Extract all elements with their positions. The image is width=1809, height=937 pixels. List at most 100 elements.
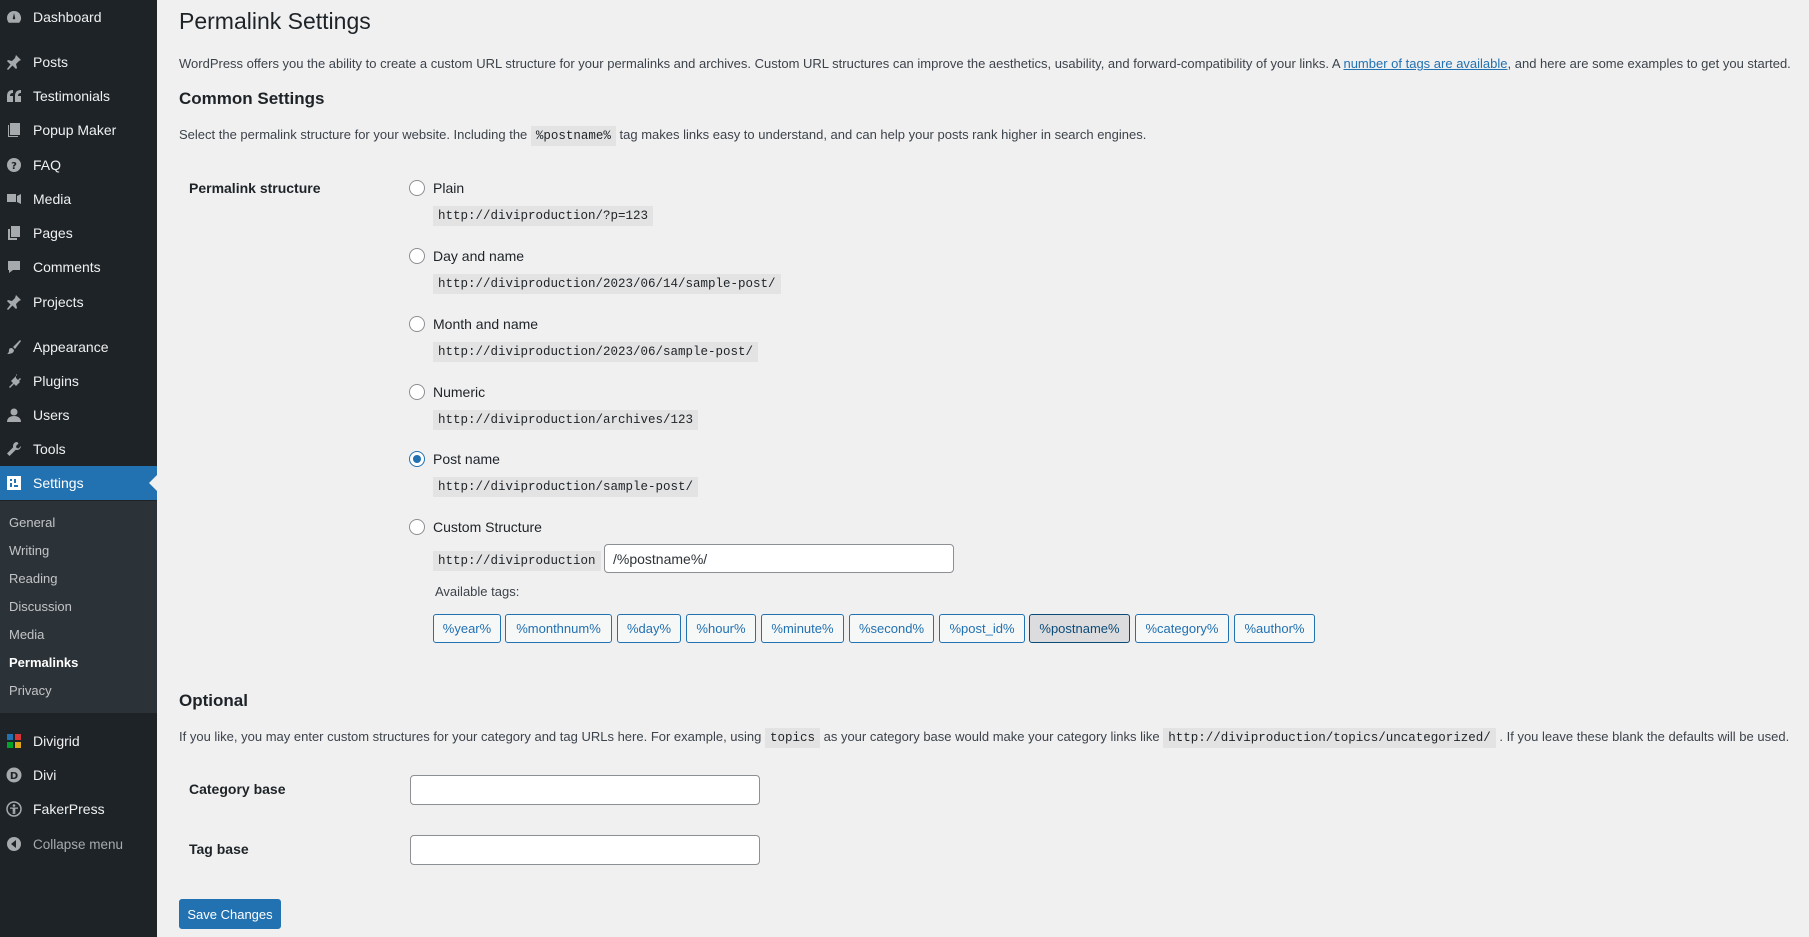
submenu-item-discussion[interactable]: Discussion <box>9 599 72 614</box>
plain-radio[interactable] <box>409 180 425 196</box>
custom-structure-value: /%postname%/ <box>613 550 708 567</box>
menu-item-label: Comments <box>33 259 101 275</box>
menu-item-label: Pages <box>33 225 73 241</box>
menu-item-popup-maker[interactable]: Popup Maker <box>0 113 157 147</box>
tag-button-category[interactable]: %category% <box>1135 614 1229 643</box>
submenu-item-reading[interactable]: Reading <box>9 571 57 586</box>
custom-structure-prefix: http://diviproduction <box>433 551 601 571</box>
page-intro: WordPress offers you the ability to crea… <box>179 56 1791 71</box>
menu-item-comments[interactable]: Comments <box>0 250 157 284</box>
svg-text:?: ? <box>11 161 17 172</box>
topics-code: topics <box>764 728 820 748</box>
intro-text-after: , and here are some examples to get you … <box>1507 56 1791 71</box>
optional-description: If you like, you may enter custom struct… <box>179 728 1790 748</box>
submenu-item-writing[interactable]: Writing <box>9 543 49 558</box>
menu-item-label: Users <box>33 407 70 423</box>
optional-desc-after: . If you leave these blank the defaults … <box>1495 729 1790 744</box>
month-and-name-example: http://diviproduction/2023/06/sample-pos… <box>433 342 759 362</box>
post-name-radio[interactable] <box>409 451 425 467</box>
tag-button-second[interactable]: %second% <box>849 614 934 643</box>
menu-item-users[interactable]: Users <box>0 398 157 432</box>
wrench-icon <box>6 441 22 457</box>
pin-icon <box>6 54 22 70</box>
menu-item-label: Dashboard <box>33 9 102 25</box>
day-and-name-label[interactable]: Day and name <box>433 248 524 264</box>
menu-item-label: Divi <box>33 767 57 783</box>
permalink-structure-label: Permalink structure <box>189 180 321 196</box>
media-icon <box>6 191 22 207</box>
tag-button-postname[interactable]: %postname% <box>1029 614 1130 643</box>
plugin-icon <box>6 373 22 389</box>
plain-example: http://diviproduction/?p=123 <box>433 206 654 226</box>
menu-item-label: FAQ <box>33 157 62 173</box>
menu-item-posts[interactable]: Posts <box>0 45 157 79</box>
optional-desc-before: If you like, you may enter custom struct… <box>179 729 765 744</box>
menu-item-label: Popup Maker <box>33 122 117 138</box>
menu-item-plugins[interactable]: Plugins <box>0 364 157 398</box>
menu-item-label: FakerPress <box>33 801 105 817</box>
tag-button-minute[interactable]: %minute% <box>761 614 844 643</box>
plain-label[interactable]: Plain <box>433 180 464 196</box>
brush-icon <box>6 339 22 355</box>
tags-available-link[interactable]: number of tags are available <box>1343 56 1507 71</box>
optional-heading: Optional <box>179 691 248 710</box>
tag-button-post-id[interactable]: %post_id% <box>939 614 1025 643</box>
tag-base-input[interactable] <box>410 835 760 865</box>
postname-code: %postname% <box>530 126 616 146</box>
tag-button-monthnum[interactable]: %monthnum% <box>505 614 612 643</box>
custom-structure-radio[interactable] <box>409 519 425 535</box>
month-and-name-label[interactable]: Month and name <box>433 316 538 332</box>
common-settings-description: Select the permalink structure for your … <box>179 126 1147 146</box>
menu-item-fakerpress[interactable]: FakerPress <box>0 792 157 826</box>
category-base-label: Category base <box>189 781 286 797</box>
day-and-name-radio[interactable] <box>409 248 425 264</box>
menu-item-appearance[interactable]: Appearance <box>0 330 157 364</box>
menu-item-label: Divigrid <box>33 733 80 749</box>
divigrid-icon <box>6 733 22 749</box>
tag-button-year[interactable]: %year% <box>433 614 501 643</box>
svg-text:D: D <box>10 771 18 782</box>
users-icon <box>6 407 22 423</box>
tag-button-day[interactable]: %day% <box>617 614 681 643</box>
menu-item-label: Settings <box>33 475 84 491</box>
common-settings-heading: Common Settings <box>179 89 325 108</box>
submenu-item-privacy[interactable]: Privacy <box>9 683 52 698</box>
desc-text-after: tag makes links easy to understand, and … <box>615 127 1147 142</box>
menu-item-tools[interactable]: Tools <box>0 432 157 466</box>
menu-item-testimonials[interactable]: Testimonials <box>0 79 157 113</box>
menu-item-settings[interactable]: Settings <box>0 466 157 500</box>
collapse-menu-button[interactable]: Collapse menu <box>0 827 157 861</box>
menu-item-dashboard[interactable]: Dashboard <box>0 0 157 34</box>
tag-button-author[interactable]: %author% <box>1234 614 1315 643</box>
numeric-label[interactable]: Numeric <box>433 384 485 400</box>
menu-item-divigrid[interactable]: Divigrid <box>0 724 157 758</box>
quote-icon <box>6 88 22 104</box>
post-name-label[interactable]: Post name <box>433 451 500 467</box>
popup-icon <box>6 122 22 138</box>
menu-item-projects[interactable]: Projects <box>0 285 157 319</box>
submenu-item-permalinks[interactable]: Permalinks <box>9 655 78 670</box>
submenu-item-media[interactable]: Media <box>9 627 44 642</box>
settings-icon <box>6 475 22 491</box>
dashboard-icon <box>6 9 22 25</box>
admin-sidebar: Dashboard Posts Testimonials Popup Maker… <box>0 0 157 937</box>
category-link-example-code: http://diviproduction/topics/uncategoriz… <box>1163 728 1496 748</box>
numeric-example: http://diviproduction/archives/123 <box>433 410 699 430</box>
custom-structure-label[interactable]: Custom Structure <box>433 519 542 535</box>
save-changes-button[interactable]: Save Changes <box>179 899 281 929</box>
numeric-radio[interactable] <box>409 384 425 400</box>
submenu-item-general[interactable]: General <box>9 515 55 530</box>
month-and-name-radio[interactable] <box>409 316 425 332</box>
menu-item-label: Tools <box>33 441 66 457</box>
fakerpress-icon <box>6 801 22 817</box>
menu-item-faq[interactable]: ? FAQ <box>0 148 157 182</box>
tag-button-hour[interactable]: %hour% <box>686 614 756 643</box>
menu-item-pages[interactable]: Pages <box>0 216 157 250</box>
menu-item-label: Posts <box>33 54 69 70</box>
collapse-icon <box>6 836 22 852</box>
category-base-input[interactable] <box>410 775 760 805</box>
available-tags-label: Available tags: <box>435 584 520 599</box>
custom-structure-input[interactable]: /%postname%/ <box>604 544 954 573</box>
menu-item-divi[interactable]: D Divi <box>0 758 157 792</box>
menu-item-media[interactable]: Media <box>0 182 157 216</box>
